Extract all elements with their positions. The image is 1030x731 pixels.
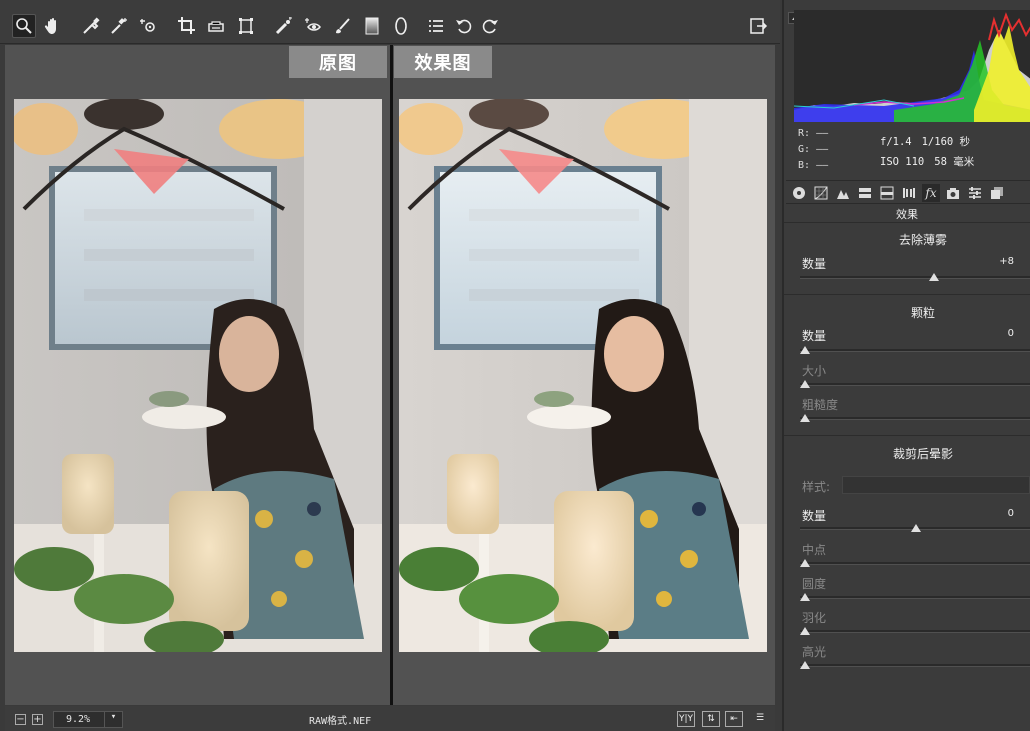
status-bar: − + 9.2% ▾ RAW格式.NEF Y|Y ⇅ ⇤ ☰ bbox=[5, 706, 775, 731]
grain-size-thumb[interactable] bbox=[800, 380, 810, 388]
transform-icon[interactable] bbox=[234, 14, 258, 38]
g-value: —— bbox=[816, 144, 829, 155]
grain-size-slider[interactable] bbox=[800, 380, 1030, 388]
detail-icon[interactable] bbox=[834, 184, 852, 202]
panel-tabs: fx bbox=[786, 180, 1030, 204]
white-balance-icon[interactable] bbox=[79, 14, 103, 38]
vignette-amount-label: 数量 bbox=[802, 509, 827, 523]
after-photo bbox=[399, 99, 767, 652]
grain-roughness-slider[interactable] bbox=[800, 414, 1030, 422]
before-label: 原图 bbox=[289, 46, 387, 78]
vignette-roundness-thumb[interactable] bbox=[800, 593, 810, 601]
before-photo bbox=[14, 99, 382, 652]
swap-settings-icon[interactable]: ⇅ bbox=[702, 711, 720, 727]
hand-icon[interactable] bbox=[41, 14, 65, 38]
camera-calibration-icon[interactable] bbox=[944, 184, 962, 202]
vignette-amount-slider[interactable] bbox=[800, 524, 1030, 532]
adjustment-brush-icon[interactable] bbox=[330, 14, 354, 38]
grain-amount-label: 数量 bbox=[802, 329, 827, 343]
vignette-roundness-slider[interactable] bbox=[800, 593, 1030, 601]
g-label: G: bbox=[798, 144, 811, 155]
divider bbox=[784, 435, 1030, 436]
zoom-in-button[interactable]: + bbox=[32, 714, 43, 725]
before-after-divider bbox=[390, 45, 393, 705]
graduated-filter-icon[interactable] bbox=[360, 14, 384, 38]
histogram bbox=[793, 10, 1030, 122]
iso: ISO 110 bbox=[880, 156, 925, 168]
grain-amount-thumb[interactable] bbox=[800, 346, 810, 354]
dehaze-amount-value[interactable]: +8 bbox=[999, 256, 1014, 267]
rotate-left-icon[interactable] bbox=[452, 14, 476, 38]
vignette-feather-slider[interactable] bbox=[800, 627, 1030, 635]
grain-size-label: 大小 bbox=[802, 364, 827, 378]
grain-roughness-label: 粗糙度 bbox=[802, 398, 839, 412]
before-after-view-button[interactable]: Y|Y bbox=[677, 711, 695, 727]
right-panel: R: —— G: —— B: —— f/1.4 1/160 秒 ISO 110 58… bbox=[782, 0, 1030, 731]
r-value: —— bbox=[816, 128, 829, 139]
spot-removal-icon[interactable] bbox=[272, 14, 296, 38]
radial-filter-icon[interactable] bbox=[389, 14, 413, 38]
b-label: B: bbox=[798, 160, 811, 171]
vignette-highlights-slider[interactable] bbox=[800, 661, 1030, 669]
vignette-midpoint-slider[interactable] bbox=[800, 559, 1030, 567]
grain-amount-value[interactable]: 0 bbox=[1008, 328, 1014, 339]
vignette-amount-thumb[interactable] bbox=[911, 524, 921, 532]
zoom-icon[interactable] bbox=[12, 14, 36, 38]
presets-icon[interactable] bbox=[966, 184, 984, 202]
vignette-midpoint-label: 中点 bbox=[802, 543, 827, 557]
aperture: f/1.4 bbox=[880, 136, 912, 148]
file-format: RAW格式.NEF bbox=[309, 716, 372, 727]
lens-corrections-icon[interactable] bbox=[900, 184, 918, 202]
grain-title: 颗粒 bbox=[910, 306, 935, 320]
after-label: 效果图 bbox=[394, 46, 492, 78]
zoom-select[interactable]: 9.2% ▾ bbox=[53, 711, 123, 728]
dehaze-amount-thumb[interactable] bbox=[928, 273, 939, 281]
grain-amount-slider[interactable] bbox=[800, 346, 1030, 354]
toggle-settings-icon[interactable]: ☰ bbox=[751, 711, 769, 727]
straighten-icon[interactable] bbox=[204, 14, 228, 38]
chevron-down-icon: ▾ bbox=[104, 712, 122, 727]
vignette-highlights-label: 高光 bbox=[802, 645, 827, 659]
b-value: —— bbox=[816, 160, 829, 171]
color-sampler-icon[interactable] bbox=[107, 14, 131, 38]
dehaze-title: 去除薄雾 bbox=[898, 233, 947, 247]
red-eye-icon[interactable] bbox=[302, 14, 326, 38]
split-toning-icon[interactable] bbox=[878, 184, 896, 202]
crop-icon[interactable] bbox=[175, 14, 199, 38]
rgb-readout: R: —— G: —— B: —— bbox=[798, 126, 828, 174]
toolbar bbox=[0, 0, 780, 44]
vignette-feather-label: 羽化 bbox=[802, 611, 827, 625]
shutter-speed: 1/160 秒 bbox=[921, 136, 971, 148]
preferences-icon[interactable] bbox=[424, 14, 448, 38]
snapshots-icon[interactable] bbox=[988, 184, 1006, 202]
zoom-value: 9.2% bbox=[66, 714, 91, 725]
tone-curve-icon[interactable] bbox=[812, 184, 830, 202]
hsl-icon[interactable] bbox=[856, 184, 874, 202]
focal-length: 58 毫米 bbox=[934, 156, 975, 168]
vignette-roundness-label: 圆度 bbox=[802, 577, 827, 591]
divider bbox=[784, 294, 1030, 295]
zoom-out-button[interactable]: − bbox=[15, 714, 26, 725]
vignette-highlights-thumb[interactable] bbox=[800, 661, 810, 669]
rotate-right-icon[interactable] bbox=[478, 14, 502, 38]
grain-roughness-thumb[interactable] bbox=[800, 414, 810, 422]
vignette-style-select[interactable] bbox=[842, 476, 1030, 494]
panel-title: 效果 bbox=[896, 208, 918, 221]
vignette-midpoint-thumb[interactable] bbox=[800, 559, 810, 567]
preview-area: 原图 效果图 bbox=[5, 45, 775, 705]
divider bbox=[784, 222, 1030, 223]
camera-info: f/1.4 1/160 秒 ISO 110 58 毫米 bbox=[880, 132, 984, 172]
dehaze-amount-slider[interactable] bbox=[800, 273, 1030, 281]
vignette-feather-thumb[interactable] bbox=[800, 627, 810, 635]
copy-settings-icon[interactable]: ⇤ bbox=[725, 711, 743, 727]
vignette-amount-value[interactable]: 0 bbox=[1008, 508, 1014, 519]
fullscreen-icon[interactable] bbox=[746, 14, 770, 38]
targeted-adjustment-icon[interactable] bbox=[137, 14, 161, 38]
basic-icon[interactable] bbox=[790, 184, 808, 202]
dehaze-amount-label: 数量 bbox=[802, 257, 827, 271]
r-label: R: bbox=[798, 128, 811, 139]
effects-icon[interactable]: fx bbox=[922, 184, 940, 202]
vignette-title: 裁剪后晕影 bbox=[892, 447, 953, 461]
vignette-style-label: 样式: bbox=[802, 480, 831, 494]
